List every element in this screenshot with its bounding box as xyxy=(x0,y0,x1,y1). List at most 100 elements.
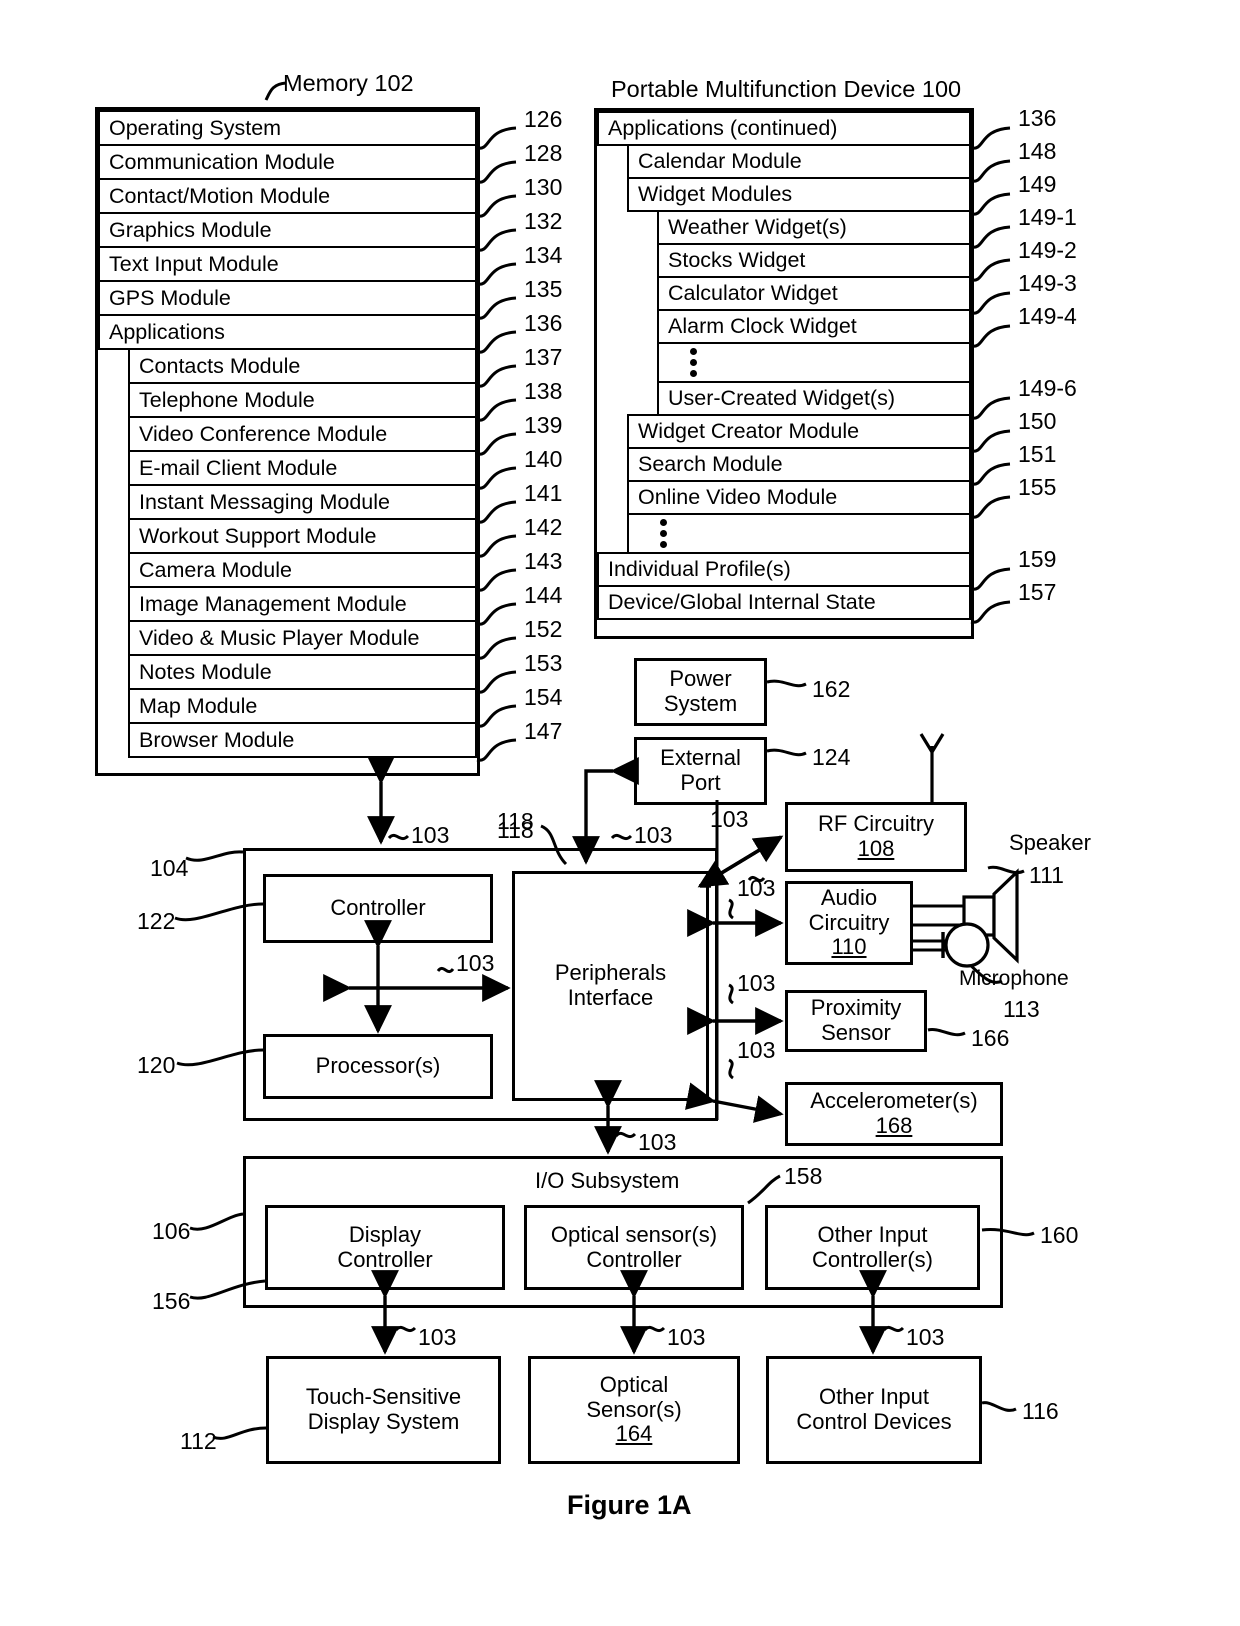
device-row: Applications (continued) xyxy=(597,111,971,146)
other-input-devices-block: Other Input Control Devices xyxy=(766,1356,982,1464)
device-row-label: Device/Global Internal State xyxy=(608,590,876,614)
device-row: Alarm Clock Widget xyxy=(657,309,971,344)
proximity-sensor-line1: Proximity xyxy=(810,995,902,1021)
memory-row-ref: 147 xyxy=(524,718,563,744)
memory-row-label: Contacts Module xyxy=(139,353,301,378)
memory-row: GPS Module xyxy=(98,280,477,316)
audio-circuitry-block: Audio Circuitry 110 xyxy=(785,881,913,965)
peripherals-interface-block: Peripherals Interface xyxy=(512,871,709,1101)
svg-text:103: 103 xyxy=(737,1037,775,1063)
io-subsystem-ref: 158 xyxy=(784,1163,823,1189)
touch-display-ref: 112 xyxy=(180,1428,217,1454)
peripherals-interface-line2: Interface xyxy=(567,985,654,1010)
device-row-label: Alarm Clock Widget xyxy=(668,314,857,338)
display-controller-block: Display Controller xyxy=(265,1205,505,1290)
svg-text:103: 103 xyxy=(667,1324,705,1350)
patent-figure-1a: Memory 102 Portable Multifunction Device… xyxy=(0,0,1240,1626)
display-controller-line2: Controller xyxy=(337,1246,433,1272)
proximity-sensor-ref: 166 xyxy=(971,1025,1010,1051)
memory-title: Memory 102 xyxy=(283,70,414,96)
power-system-line1: Power xyxy=(669,666,732,692)
device-row-ref: 149-4 xyxy=(1018,303,1077,329)
memory-row: Applications xyxy=(98,314,477,350)
processor-ref: 120 xyxy=(137,1052,176,1078)
display-controller-line1: Display xyxy=(348,1221,422,1247)
device-row: Calculator Widget xyxy=(657,276,971,311)
memory-row: Telephone Module xyxy=(128,382,477,418)
device-row-ref: 149-3 xyxy=(1018,270,1077,296)
proximity-sensor-block: Proximity Sensor xyxy=(785,990,927,1052)
memory-row: Browser Module xyxy=(128,722,477,758)
device-row-ref: 155 xyxy=(1018,474,1057,500)
proximity-sensor-line2: Sensor xyxy=(821,1020,891,1045)
memory-row-ref: 126 xyxy=(524,106,563,132)
device-row-ref: 150 xyxy=(1018,408,1057,434)
optical-sensor-line2: Sensor(s) xyxy=(586,1396,682,1422)
device-title: Portable Multifunction Device 100 xyxy=(611,76,962,102)
memory-row-ref: 138 xyxy=(524,378,563,404)
device-row-label: Online Video Module xyxy=(638,485,838,509)
other-input-controller-line2: Controller(s) xyxy=(811,1246,934,1272)
controller-label: Controller xyxy=(330,895,426,921)
memory-row: Graphics Module xyxy=(98,212,477,248)
io-subsystem-inner-ref: 156 xyxy=(152,1288,191,1314)
rf-circuitry-block: RF Circuitry 108 xyxy=(785,802,967,872)
speaker-ref: 111 xyxy=(1029,862,1064,888)
other-input-devices-line1: Other Input xyxy=(818,1384,930,1410)
memory-row-label: Image Management Module xyxy=(139,591,407,616)
memory-row: Text Input Module xyxy=(98,246,477,282)
other-input-controller-ref: 160 xyxy=(1040,1222,1079,1248)
device-row-ref: 148 xyxy=(1018,138,1057,164)
vertical-ellipsis-icon xyxy=(660,519,667,548)
memory-row-ref: 139 xyxy=(524,412,563,438)
device-row: Weather Widget(s) xyxy=(657,210,971,245)
peripherals-interface-line1: Peripherals xyxy=(554,960,667,986)
device-row xyxy=(657,342,971,383)
memory-row: Video & Music Player Module xyxy=(128,620,477,656)
optical-sensor-line1: Optical xyxy=(599,1372,669,1398)
speaker-label: Speaker xyxy=(1009,830,1091,855)
device-row-label: Search Module xyxy=(638,452,783,476)
memory-row-ref: 141 xyxy=(524,480,563,506)
memory-row-label: Workout Support Module xyxy=(139,523,377,548)
audio-circuitry-line2: Circuitry xyxy=(808,909,890,935)
device-row-label: Calendar Module xyxy=(638,149,802,173)
other-input-devices-line2: Control Devices xyxy=(796,1409,952,1434)
memory-row: Instant Messaging Module xyxy=(128,484,477,520)
device-row-label: User-Created Widget(s) xyxy=(668,386,895,410)
accelerometer-block: Accelerometer(s) 168 xyxy=(785,1082,1003,1146)
memory-row-label: Telephone Module xyxy=(139,387,315,412)
optical-sensor-controller-block: Optical sensor(s) Controller xyxy=(524,1205,744,1290)
device-row: Online Video Module xyxy=(627,480,971,515)
bus-label-103: 103 xyxy=(411,822,449,848)
memory-row-label: Graphics Module xyxy=(109,217,272,242)
device-row-label: Widget Creator Module xyxy=(638,419,860,443)
memory-row-ref: 137 xyxy=(524,344,563,370)
device-row-label: Individual Profile(s) xyxy=(608,557,791,581)
device-row-label: Weather Widget(s) xyxy=(668,215,847,239)
memory-row: Workout Support Module xyxy=(128,518,477,554)
memory-row-ref: 130 xyxy=(524,174,563,200)
device-row-ref: 136 xyxy=(1018,105,1057,131)
memory-row-label: Camera Module xyxy=(139,557,292,582)
device-row-label: Stocks Widget xyxy=(668,248,806,272)
external-port-line2: Port xyxy=(680,770,721,795)
device-row: Calendar Module xyxy=(627,144,971,179)
memory-row-ref: 132 xyxy=(524,208,563,234)
figure-caption: Figure 1A xyxy=(567,1490,692,1520)
external-port-block: External Port xyxy=(634,737,767,805)
memory-row-label: Applications xyxy=(109,319,225,344)
device-row: Widget Creator Module xyxy=(627,414,971,449)
svg-text:103: 103 xyxy=(638,1129,676,1155)
device-row: Widget Modules xyxy=(627,177,971,212)
optical-controller-line1: Optical sensor(s) xyxy=(550,1221,718,1247)
memory-row-label: Video & Music Player Module xyxy=(139,625,420,650)
memory-row-label: Instant Messaging Module xyxy=(139,489,390,514)
accelerometer-label: Accelerometer(s) xyxy=(810,1088,978,1114)
memory-row-label: Notes Module xyxy=(139,659,272,684)
memory-row: E-mail Client Module xyxy=(128,450,477,486)
device-row-ref: 149-1 xyxy=(1018,204,1077,230)
optical-sensor-number: 164 xyxy=(615,1421,653,1447)
peripherals-interface-ref: 118 xyxy=(497,817,534,843)
vertical-ellipsis-icon xyxy=(690,348,697,377)
